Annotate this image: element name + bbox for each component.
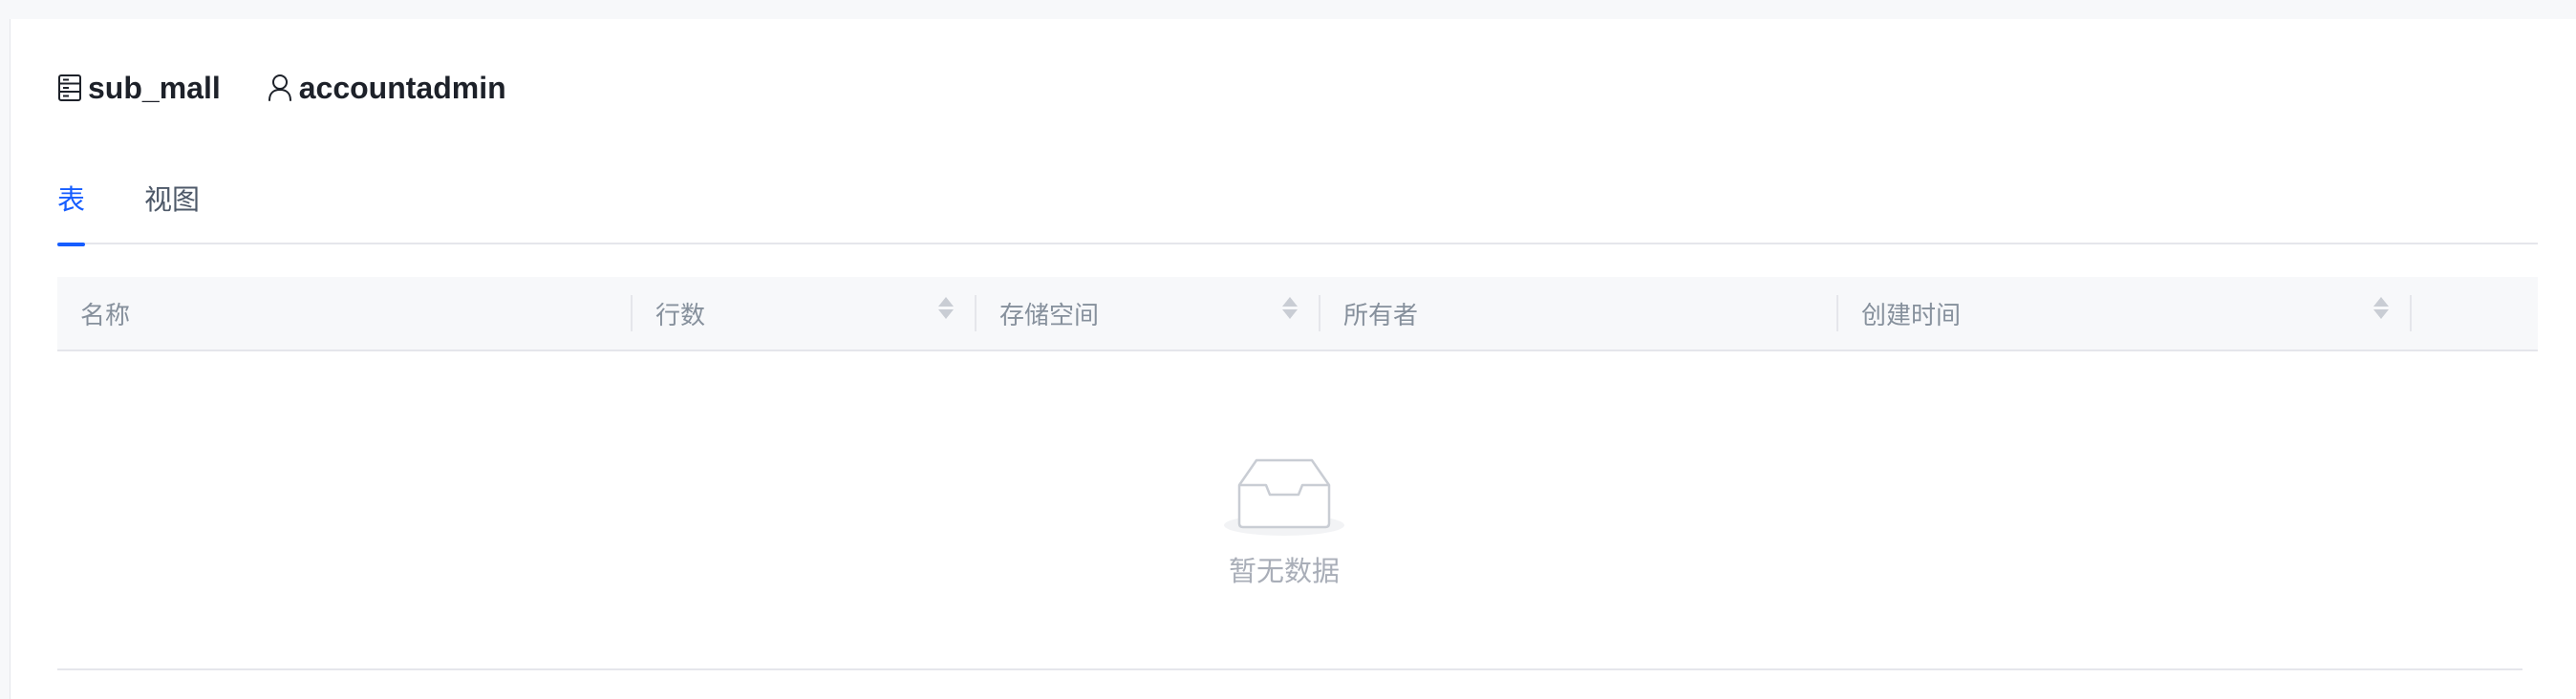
column-label: 行数 <box>655 300 706 329</box>
sort-desc-icon[interactable] <box>1282 309 1298 319</box>
sort-icon[interactable] <box>2373 297 2389 319</box>
column-header-actions <box>2412 276 2538 350</box>
column-label: 存储空间 <box>999 300 1100 329</box>
owner-info: accountadmin <box>267 71 506 106</box>
table-list-panel: sub_mall accountadmin 表 视图 名称 行数 存储空间 所有… <box>57 19 2538 699</box>
sort-desc-icon[interactable] <box>938 309 954 319</box>
database-name: sub_mall <box>88 70 221 105</box>
sort-icon[interactable] <box>938 297 954 319</box>
left-panel-divider[interactable] <box>0 19 11 699</box>
sort-asc-icon[interactable] <box>938 297 954 307</box>
table-header: 名称 行数 存储空间 所有者 创建时间 <box>57 277 2538 351</box>
object-header: sub_mall accountadmin <box>57 69 552 107</box>
top-bar <box>0 0 2576 19</box>
tab-tables[interactable]: 表 <box>57 180 86 246</box>
column-header-name: 名称 <box>57 276 633 350</box>
column-label: 名称 <box>80 300 131 329</box>
sort-icon[interactable] <box>1282 297 1298 319</box>
empty-state: 暂无数据 <box>57 351 2538 651</box>
empty-text: 暂无数据 <box>1228 557 1340 587</box>
sort-desc-icon[interactable] <box>2373 309 2389 319</box>
table-bottom-border <box>57 668 2522 670</box>
column-header-rows[interactable]: 行数 <box>633 276 977 350</box>
sort-asc-icon[interactable] <box>1282 297 1298 307</box>
empty-inbox-icon <box>1222 456 1346 541</box>
database-info: sub_mall <box>57 71 221 106</box>
column-header-created-time[interactable]: 创建时间 <box>1838 276 2412 350</box>
column-header-storage[interactable]: 存储空间 <box>977 276 1320 350</box>
column-label: 创建时间 <box>1861 300 1962 329</box>
tab-bar: 表 视图 <box>57 180 2538 246</box>
sort-asc-icon[interactable] <box>2373 297 2389 307</box>
tab-views[interactable]: 视图 <box>144 180 200 244</box>
database-icon <box>57 74 82 102</box>
column-label: 所有者 <box>1343 300 1419 329</box>
owner-name: accountadmin <box>298 70 506 105</box>
user-icon <box>267 74 293 102</box>
column-header-owner: 所有者 <box>1320 276 1838 350</box>
